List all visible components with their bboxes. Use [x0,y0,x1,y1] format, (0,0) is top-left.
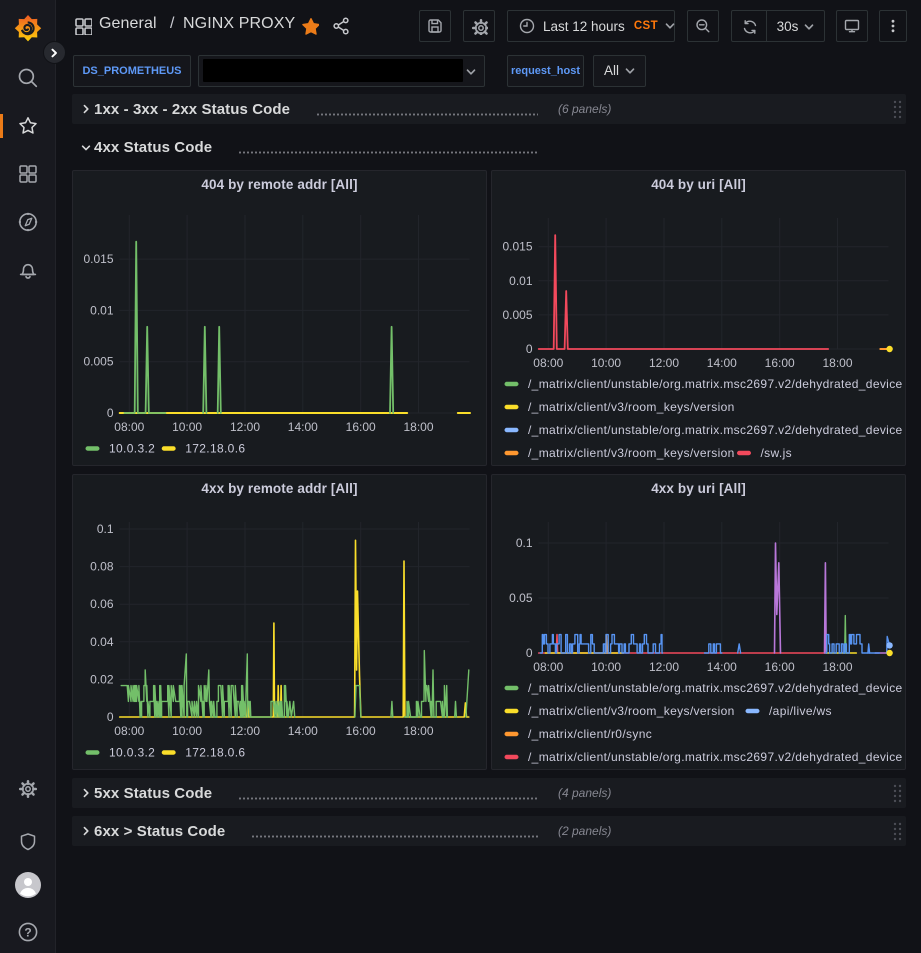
svg-text:08:00: 08:00 [533,660,563,674]
svg-text:/_matrix/client/v3/room_keys/v: /_matrix/client/v3/room_keys/version [528,704,735,718]
svg-text:08:00: 08:00 [114,420,144,434]
svg-text:10:00: 10:00 [591,660,621,674]
svg-text:/_matrix/client/unstable/org.m: /_matrix/client/unstable/org.matrix.msc2… [528,681,903,695]
svg-text:/api/live/ws: /api/live/ws [769,704,832,718]
svg-text:0.005: 0.005 [83,355,113,369]
svg-text:14:00: 14:00 [707,356,737,370]
svg-text:172.18.0.6: 172.18.0.6 [185,746,245,760]
svg-text:12:00: 12:00 [649,660,679,674]
svg-text:/_matrix/client/v3/room_keys/v: /_matrix/client/v3/room_keys/version [528,446,735,460]
svg-text:08:00: 08:00 [533,356,563,370]
svg-text:08:00: 08:00 [114,724,144,738]
svg-text:/_matrix/client/unstable/org.m: /_matrix/client/unstable/org.matrix.msc2… [528,423,903,437]
svg-text:0: 0 [107,406,114,420]
svg-text:16:00: 16:00 [765,660,795,674]
svg-text:0.04: 0.04 [90,635,114,649]
svg-text:14:00: 14:00 [288,724,318,738]
svg-text:16:00: 16:00 [346,724,376,738]
svg-text:18:00: 18:00 [403,420,433,434]
svg-text:172.18.0.6: 172.18.0.6 [185,442,245,456]
svg-text:10:00: 10:00 [172,724,202,738]
svg-text:0.015: 0.015 [83,252,113,266]
svg-text:0.1: 0.1 [516,536,533,550]
svg-text:18:00: 18:00 [403,724,433,738]
svg-text:0.1: 0.1 [97,522,114,536]
svg-text:0: 0 [107,710,114,724]
svg-text:14:00: 14:00 [707,660,737,674]
svg-text:0.01: 0.01 [509,274,533,288]
svg-text:/_matrix/client/unstable/org.m: /_matrix/client/unstable/org.matrix.msc2… [528,750,903,764]
svg-text:0: 0 [526,646,533,660]
svg-text:?: ? [24,925,31,939]
svg-text:0.02: 0.02 [90,672,114,686]
svg-text:0.015: 0.015 [502,240,532,254]
svg-text:0.01: 0.01 [90,303,114,317]
svg-text:/_matrix/client/v3/room_keys/v: /_matrix/client/v3/room_keys/version [528,400,735,414]
svg-text:10.0.3.2: 10.0.3.2 [109,746,155,760]
svg-text:0.005: 0.005 [502,308,532,322]
svg-text:0.05: 0.05 [509,591,533,605]
svg-text:14:00: 14:00 [288,420,318,434]
svg-text:10.0.3.2: 10.0.3.2 [109,442,155,456]
svg-text:0: 0 [526,342,533,356]
svg-text:10:00: 10:00 [591,356,621,370]
svg-text:0.08: 0.08 [90,560,114,574]
svg-text:18:00: 18:00 [822,660,852,674]
svg-text:0.06: 0.06 [90,597,114,611]
svg-text:/sw.js: /sw.js [761,446,792,460]
svg-text:/_matrix/client/unstable/org.m: /_matrix/client/unstable/org.matrix.msc2… [528,377,903,391]
svg-text:10:00: 10:00 [172,420,202,434]
svg-text:16:00: 16:00 [765,356,795,370]
svg-text:12:00: 12:00 [230,420,260,434]
svg-text:16:00: 16:00 [346,420,376,434]
svg-text:12:00: 12:00 [649,356,679,370]
svg-text:12:00: 12:00 [230,724,260,738]
svg-text:/_matrix/client/r0/sync: /_matrix/client/r0/sync [528,727,652,741]
svg-text:18:00: 18:00 [822,356,852,370]
